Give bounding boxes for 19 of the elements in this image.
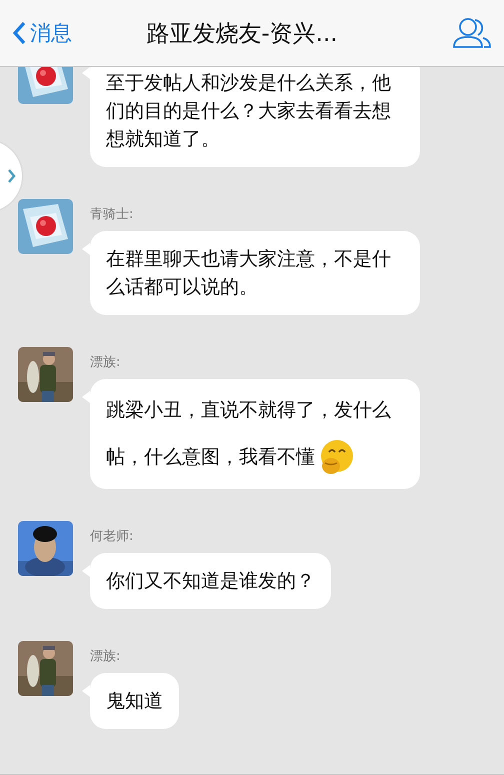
- sender-name: 漂族:: [90, 648, 120, 665]
- message-bubble: 跳梁小丑，直说不就得了，发什么帖，什么意图，我看不懂: [90, 379, 420, 489]
- bubble-tail: [82, 685, 90, 697]
- chevron-right-icon: [7, 168, 16, 184]
- chat-title: 路亚发烧友-资兴...: [145, 20, 339, 48]
- sender-name: 何老师:: [90, 528, 134, 545]
- message-bubble: 至于发帖人和沙发是什么关系，他们的目的是什么？大家去看看去想想就知道了。: [90, 67, 420, 167]
- back-button[interactable]: 消息: [12, 19, 72, 47]
- message-bubble: 你们又不知道是谁发的？: [90, 553, 331, 609]
- people-icon: [452, 16, 492, 50]
- message-bubble: 鬼知道: [90, 673, 179, 729]
- bubble-tail: [82, 565, 90, 577]
- group-members-button[interactable]: [452, 16, 492, 50]
- bubble-tail: [82, 243, 90, 255]
- back-chevron-icon: [12, 21, 26, 45]
- sender-name: 漂族:: [90, 354, 120, 371]
- sender-name: 青骑士:: [90, 206, 134, 223]
- message-bubble: 在群里聊天也请大家注意，不是什么话都可以说的。: [90, 231, 420, 315]
- bubble-tail: [82, 391, 90, 403]
